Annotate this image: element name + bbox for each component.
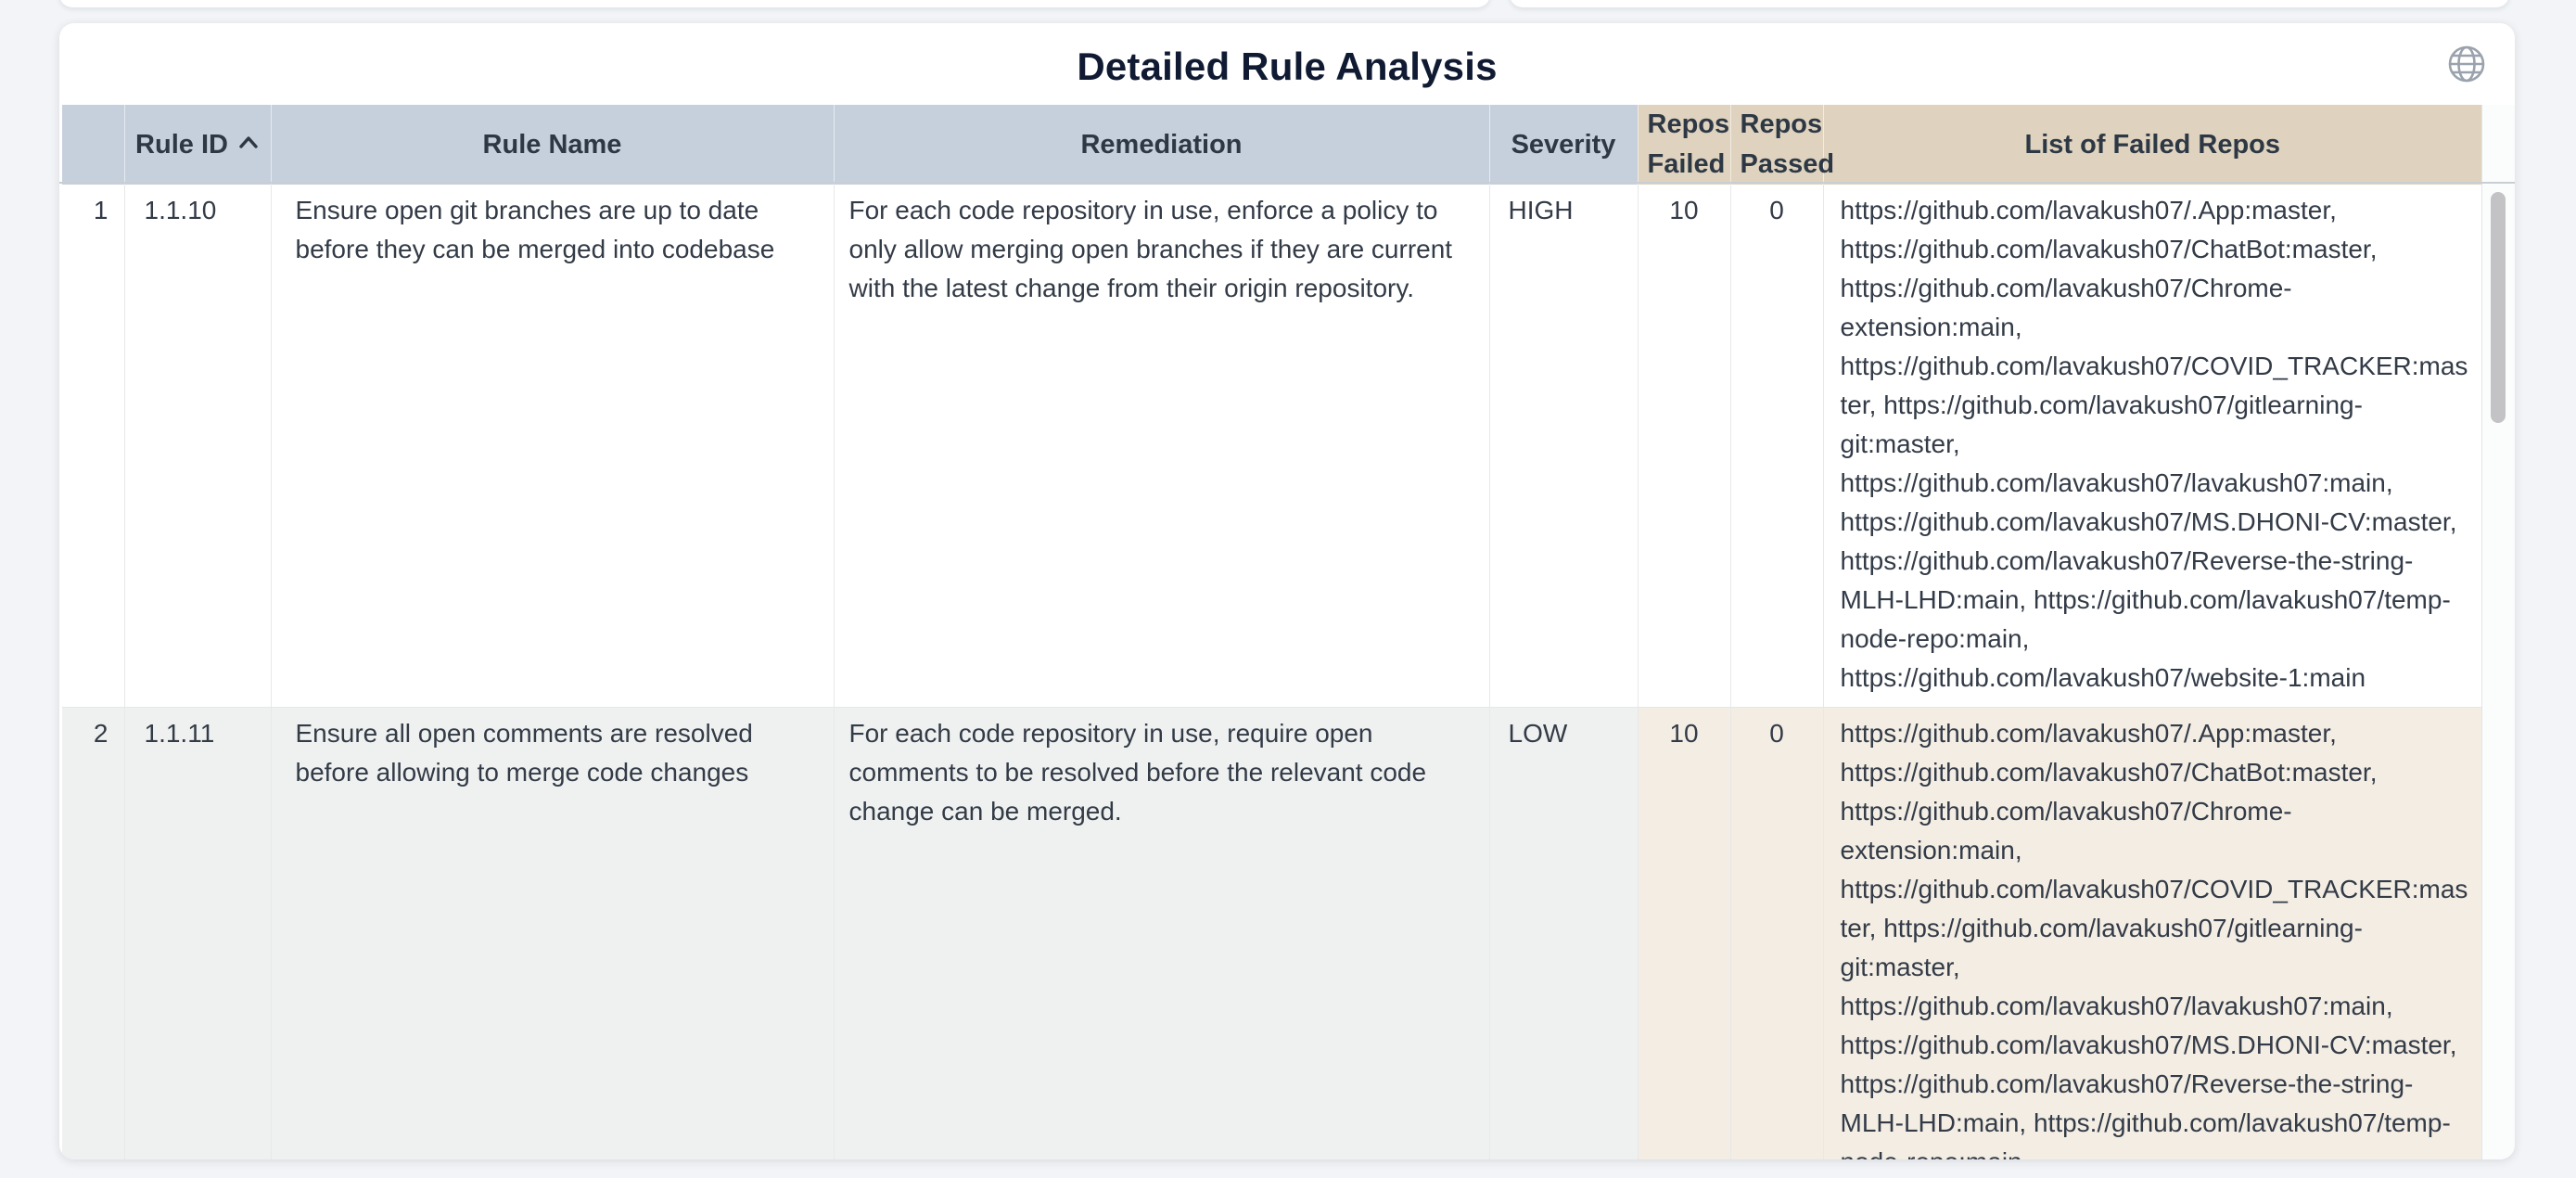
column-header-label: Rule ID (135, 130, 228, 160)
remediation-cell: For each code repository in use, enforce… (834, 185, 1489, 708)
rule-analysis-table: Rule ID Rule Name Remediation Severity R… (62, 105, 2481, 1159)
rule-name-cell: Ensure all open comments are resolved be… (271, 708, 834, 1160)
page-title: Detailed Rule Analysis (1077, 45, 1497, 89)
top-card-left (59, 0, 1490, 7)
column-header-failed-repos-list[interactable]: List of Failed Repos (1823, 105, 2481, 185)
failed-repos-list-cell: https://github.com/lavakush07/.App:maste… (1823, 185, 2481, 708)
rule-id-cell: 1.1.11 (124, 708, 271, 1160)
rule-name-cell: Ensure open git branches are up to date … (271, 185, 834, 708)
failed-repos-list-cell: https://github.com/lavakush07/.App:maste… (1823, 708, 2481, 1160)
vertical-scrollbar-thumb[interactable] (2491, 192, 2506, 423)
table-header-row: Rule ID Rule Name Remediation Severity R… (62, 105, 2481, 185)
column-header-repos-passed[interactable]: Repos Passed (1730, 105, 1823, 185)
column-header-rule-name[interactable]: Rule Name (271, 105, 834, 185)
globe-icon[interactable] (2444, 42, 2489, 86)
column-header-index (62, 105, 124, 185)
repos-passed-cell: 0 (1730, 185, 1823, 708)
remediation-cell: For each code repository in use, require… (834, 708, 1489, 1160)
column-header-severity[interactable]: Severity (1489, 105, 1638, 185)
column-header-repos-failed[interactable]: Repos Failed (1638, 105, 1730, 185)
top-card-right (1510, 0, 2509, 7)
repos-failed-cell: 10 (1638, 185, 1730, 708)
table-row: 1 1.1.10 Ensure open git branches are up… (62, 185, 2481, 708)
detailed-rule-analysis-card: Detailed Rule Analysis Rule ID Rule Name (59, 23, 2515, 1159)
repos-failed-cell: 10 (1638, 708, 1730, 1160)
row-index-cell: 1 (62, 185, 124, 708)
column-header-rule-id[interactable]: Rule ID (124, 105, 271, 185)
repos-passed-cell: 0 (1730, 708, 1823, 1160)
vertical-scrollbar-track[interactable] (2481, 105, 2515, 1159)
row-index-cell: 2 (62, 708, 124, 1160)
header-divider-line (59, 182, 2515, 184)
rule-id-cell: 1.1.10 (124, 185, 271, 708)
table-row: 2 1.1.11 Ensure all open comments are re… (62, 708, 2481, 1160)
severity-cell: HIGH (1489, 185, 1638, 708)
sort-ascending-icon (237, 134, 260, 151)
severity-cell: LOW (1489, 708, 1638, 1160)
column-header-remediation[interactable]: Remediation (834, 105, 1489, 185)
card-header: Detailed Rule Analysis (59, 23, 2515, 105)
